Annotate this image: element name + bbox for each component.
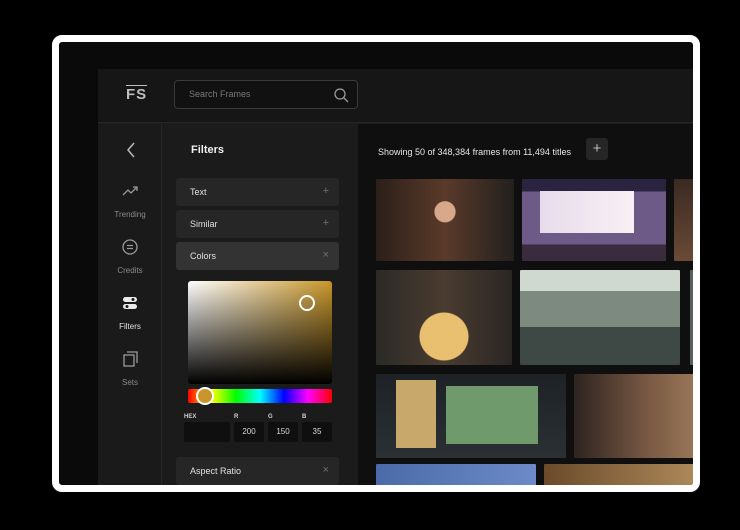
- expand-icon[interactable]: +: [323, 217, 329, 229]
- frame-thumbnail[interactable]: [522, 179, 666, 261]
- sidebar: Trending Credits Filters Sets: [98, 124, 162, 485]
- add-button[interactable]: +: [586, 138, 608, 160]
- r-label: R: [234, 414, 239, 420]
- sidebar-item-trending[interactable]: Trending: [98, 182, 162, 222]
- frame-thumbnail[interactable]: [544, 464, 693, 485]
- b-label: B: [302, 414, 307, 420]
- sidebar-item-filters[interactable]: Filters: [98, 294, 162, 334]
- filters-panel: Filters Text + Similar + Colors × HEX R …: [162, 124, 358, 485]
- filters-title: Filters: [191, 144, 225, 156]
- sidebar-item-sets[interactable]: Sets: [98, 350, 162, 390]
- sets-icon: [123, 351, 138, 367]
- sidebar-item-credits[interactable]: Credits: [98, 238, 162, 278]
- frame-thumbnail[interactable]: [376, 179, 514, 261]
- search-placeholder: Search Frames: [189, 89, 251, 99]
- results-area: Showing 50 of 348,384 frames from 11,494…: [358, 124, 693, 485]
- sidebar-item-label: Filters: [119, 322, 141, 331]
- g-label: G: [268, 414, 273, 420]
- thumbnail-detail: [396, 380, 436, 448]
- filter-label: Text: [190, 187, 207, 197]
- close-icon[interactable]: ×: [323, 249, 329, 261]
- credits-icon: [122, 239, 138, 255]
- thumbnail-detail: [446, 386, 538, 444]
- g-input[interactable]: 150: [268, 422, 298, 442]
- sidebar-item-label: Trending: [114, 210, 146, 219]
- hex-input[interactable]: [184, 422, 230, 442]
- frame-thumbnail[interactable]: [674, 179, 693, 261]
- b-input[interactable]: 35: [302, 422, 332, 442]
- frame-thumbnail[interactable]: [520, 270, 680, 365]
- filter-aspect-ratio[interactable]: Aspect Ratio ×: [176, 457, 339, 485]
- close-icon[interactable]: ×: [323, 464, 329, 476]
- back-arrow-icon[interactable]: [124, 140, 138, 160]
- search-icon[interactable]: [333, 87, 349, 103]
- hue-slider-handle[interactable]: [196, 387, 214, 405]
- color-picker-handle[interactable]: [299, 295, 315, 311]
- trending-icon: [122, 186, 138, 196]
- app-window: FS Search Frames Trending Credits Filter…: [98, 69, 693, 485]
- frame-thumbnail[interactable]: [376, 374, 566, 458]
- search-input[interactable]: Search Frames: [174, 80, 358, 109]
- hex-label: HEX: [184, 414, 197, 420]
- frame-thumbnail[interactable]: [690, 270, 693, 365]
- hue-slider[interactable]: [188, 387, 332, 405]
- sidebar-item-label: Sets: [121, 378, 138, 387]
- color-saturation-picker[interactable]: [188, 281, 332, 384]
- filter-label: Aspect Ratio: [190, 466, 242, 476]
- frame-thumbnail[interactable]: [574, 374, 693, 458]
- logo-text: FS: [126, 86, 148, 103]
- filter-similar[interactable]: Similar +: [176, 210, 339, 238]
- filters-icon: [123, 297, 137, 309]
- filter-colors[interactable]: Colors ×: [176, 242, 339, 270]
- frame-thumbnail[interactable]: [376, 270, 512, 365]
- logo[interactable]: FS: [126, 86, 147, 103]
- frame-thumbnail[interactable]: [376, 464, 536, 485]
- filter-text[interactable]: Text +: [176, 178, 339, 206]
- expand-icon[interactable]: +: [323, 185, 329, 197]
- top-bar: FS Search Frames: [98, 69, 693, 123]
- filter-label: Colors: [190, 251, 217, 261]
- filter-label: Similar: [190, 219, 218, 229]
- results-summary: Showing 50 of 348,384 frames from 11,494…: [378, 147, 571, 157]
- sidebar-item-label: Credits: [117, 266, 143, 275]
- device-frame: FS Search Frames Trending Credits Filter…: [52, 35, 700, 492]
- thumbnail-detail: [540, 191, 634, 233]
- r-input[interactable]: 200: [234, 422, 264, 442]
